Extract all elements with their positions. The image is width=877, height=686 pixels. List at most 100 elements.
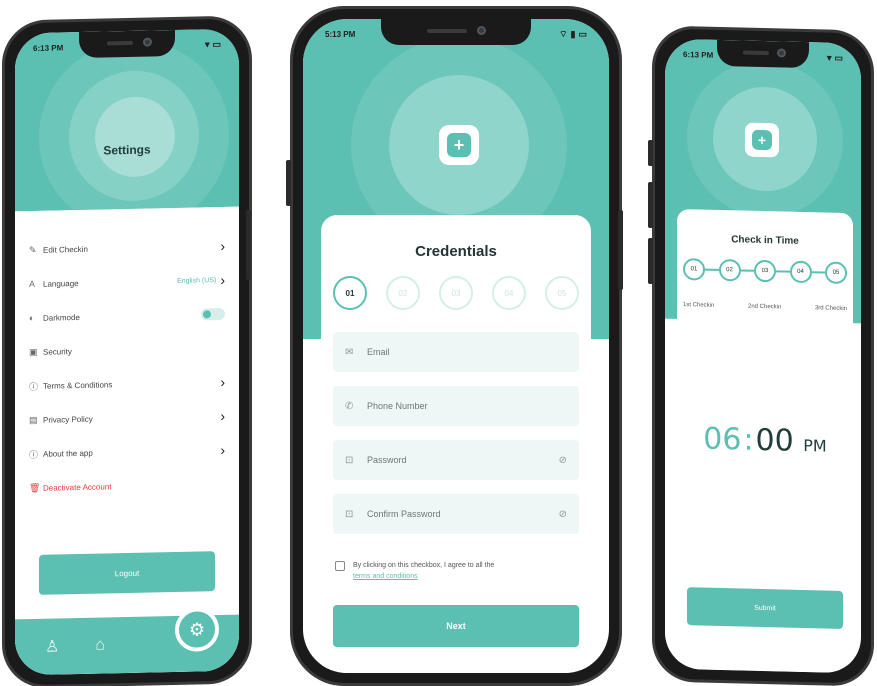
phone-icon: ✆ bbox=[345, 400, 354, 412]
page-title: Check in Time bbox=[731, 234, 799, 247]
settings-item-label: Language bbox=[43, 278, 79, 289]
settings-item-edit-checkin[interactable]: ✎ Edit Checkin › bbox=[15, 229, 239, 268]
settings-item-label: Terms & Conditions bbox=[43, 379, 113, 391]
language-value: English (US) bbox=[177, 276, 217, 285]
settings-item-label: Security bbox=[43, 346, 72, 357]
field-placeholder: Confirm Password bbox=[367, 509, 441, 519]
email-icon: ✉ bbox=[345, 346, 354, 358]
time-period: PM bbox=[803, 435, 827, 456]
submit-button[interactable]: Submit bbox=[687, 587, 843, 629]
eye-off-icon[interactable]: ⊘ bbox=[559, 455, 567, 466]
settings-item-about[interactable]: ⓘ About the app › bbox=[15, 433, 239, 472]
settings-item-privacy[interactable]: ▤ Privacy Policy › bbox=[15, 399, 239, 438]
step-2[interactable]: 02 bbox=[718, 258, 741, 282]
settings-item-label: About the app bbox=[43, 448, 93, 459]
option-2nd-checkin[interactable]: 2nd Checkin bbox=[748, 304, 781, 311]
settings-screen: 6:13 PM ▾ ▭ Settings ✎ Edit Checkin › A L… bbox=[15, 28, 239, 676]
signal-icon: ▮ bbox=[570, 28, 576, 39]
stepper: 01 02 03 04 05 bbox=[333, 276, 579, 310]
mute-switch bbox=[648, 140, 653, 166]
agreement-text: By clicking on this checkbox, I agree to… bbox=[353, 562, 495, 569]
battery-icon: ▭ bbox=[578, 28, 587, 39]
credentials-card: Credentials 01 02 03 04 05 ✉ Email ✆ Pho… bbox=[321, 215, 591, 673]
settings-item-language[interactable]: A Language English (US) › bbox=[15, 263, 239, 302]
step-4[interactable]: 04 bbox=[789, 260, 812, 284]
settings-item-terms[interactable]: ⓘ Terms & Conditions › bbox=[15, 365, 239, 404]
field-placeholder: Email bbox=[367, 347, 390, 357]
settings-item-security[interactable]: ▣ Security bbox=[15, 331, 239, 370]
status-time: 6:13 PM bbox=[683, 49, 714, 60]
field-placeholder: Password bbox=[367, 455, 407, 465]
email-field[interactable]: ✉ Email bbox=[333, 332, 579, 372]
eye-off-icon[interactable]: ⊘ bbox=[559, 509, 567, 520]
step-3[interactable]: 03 bbox=[439, 276, 473, 310]
signal-icon: ▾ bbox=[204, 38, 210, 49]
settings-list: ✎ Edit Checkin › A Language English (US)… bbox=[15, 206, 239, 676]
confirm-password-field[interactable]: ⊡ Confirm Password ⊘ bbox=[333, 494, 579, 534]
step-4[interactable]: 04 bbox=[492, 276, 526, 310]
step-2[interactable]: 02 bbox=[386, 276, 420, 310]
settings-item-label: Privacy Policy bbox=[43, 414, 93, 425]
notch bbox=[381, 19, 531, 45]
app-logo: + bbox=[745, 122, 779, 158]
volume-up-button bbox=[648, 182, 653, 228]
step-3[interactable]: 03 bbox=[754, 259, 776, 283]
step-1[interactable]: 01 bbox=[333, 276, 367, 310]
app-logo: + bbox=[439, 125, 479, 165]
settings-item-label: Deactivate Account bbox=[43, 481, 112, 493]
volume-button bbox=[286, 160, 291, 206]
agreement-row: By clicking on this checkbox, I agree to… bbox=[335, 560, 577, 582]
status-time: 6:13 PM bbox=[33, 42, 64, 53]
step-5[interactable]: 05 bbox=[825, 261, 847, 285]
wifi-icon: ⌔ bbox=[559, 28, 568, 39]
agreement-checkbox[interactable] bbox=[335, 561, 345, 571]
page-title: Credentials bbox=[415, 243, 497, 260]
battery-icon: ▭ bbox=[834, 52, 843, 63]
field-placeholder: Phone Number bbox=[367, 401, 428, 411]
darkmode-toggle[interactable] bbox=[201, 307, 225, 321]
chevron-right-icon: › bbox=[220, 407, 225, 425]
notch bbox=[717, 39, 809, 69]
credentials-phone: 5:13 PM ⌔ ▮ ▭ + Credentials 01 02 03 04 05… bbox=[290, 6, 622, 686]
chevron-right-icon: › bbox=[220, 373, 225, 391]
plus-icon: + bbox=[447, 133, 471, 157]
checkin-options: 1st Checkin 2nd Checkin 3rd Checkin bbox=[683, 302, 847, 312]
option-3rd-checkin[interactable]: 3rd Checkin bbox=[815, 305, 847, 312]
darkmode-icon: ◐ bbox=[29, 312, 35, 324]
time-display[interactable]: 06:00 PM bbox=[677, 421, 853, 460]
terms-link[interactable]: terms and conditions bbox=[353, 573, 418, 580]
credentials-screen: 5:13 PM ⌔ ▮ ▭ + Credentials 01 02 03 04 05… bbox=[303, 19, 609, 673]
settings-item-deactivate[interactable]: 🗑 Deactivate Account bbox=[15, 467, 239, 506]
settings-item-darkmode: ◐ Darkmode bbox=[15, 297, 239, 336]
signal-icon: ▾ bbox=[826, 52, 832, 63]
info-icon: ⓘ bbox=[29, 449, 39, 460]
logout-button[interactable]: Logout bbox=[39, 551, 215, 595]
settings-item-label: Darkmode bbox=[43, 312, 80, 323]
settings-item-label: Edit Checkin bbox=[43, 244, 88, 255]
stepper: 01 02 03 04 05 bbox=[683, 258, 847, 285]
document-icon: ▤ bbox=[29, 414, 38, 425]
lock-icon: ⊡ bbox=[345, 508, 354, 520]
step-1[interactable]: 01 bbox=[683, 258, 705, 281]
lock-icon: ▣ bbox=[29, 346, 38, 357]
step-5[interactable]: 05 bbox=[545, 276, 579, 310]
info-icon: ⓘ bbox=[29, 381, 39, 392]
time-minute: 00 bbox=[755, 422, 794, 459]
home-icon[interactable]: ⌂ bbox=[95, 636, 105, 654]
option-1st-checkin[interactable]: 1st Checkin bbox=[683, 302, 714, 309]
next-button[interactable]: Next bbox=[333, 605, 579, 647]
password-field[interactable]: ⊡ Password ⊘ bbox=[333, 440, 579, 480]
language-icon: A bbox=[29, 278, 36, 290]
power-button bbox=[246, 210, 251, 280]
lock-icon: ⊡ bbox=[345, 454, 354, 466]
status-time: 5:13 PM bbox=[325, 29, 356, 39]
battery-icon: ▭ bbox=[212, 38, 221, 49]
checkin-screen: 6:13 PM ▾ ▭ + Check in Time 01 02 03 04 0… bbox=[665, 38, 861, 674]
chevron-right-icon: › bbox=[220, 441, 225, 459]
chevron-right-icon: › bbox=[220, 237, 225, 255]
trash-icon: 🗑 bbox=[29, 482, 41, 493]
profile-icon[interactable]: ♙ bbox=[45, 636, 59, 656]
phone-field[interactable]: ✆ Phone Number bbox=[333, 386, 579, 426]
checkin-card: Check in Time 01 02 03 04 05 1st Checkin… bbox=[677, 208, 853, 674]
notch bbox=[79, 29, 175, 59]
